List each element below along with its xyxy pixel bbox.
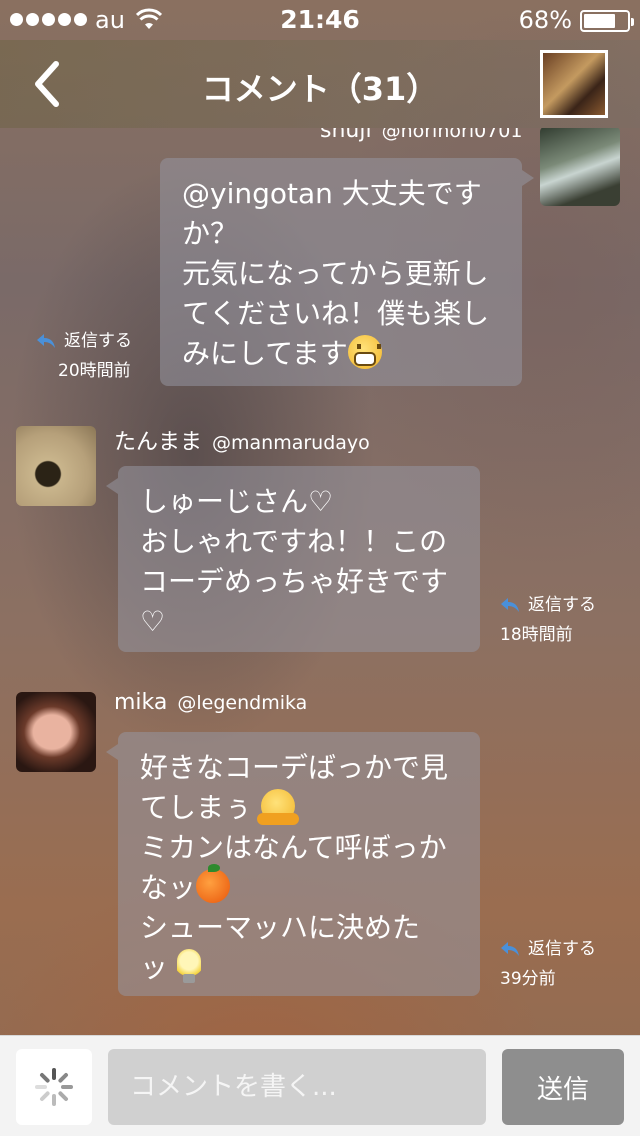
reply-arrow-icon [501, 942, 519, 956]
reply-button[interactable]: 返信する [500, 934, 596, 964]
comment-line: シューマッハに決めた [140, 911, 421, 944]
reply-label: 返信する [528, 939, 596, 959]
avatar[interactable] [16, 692, 96, 772]
comment-composer: 送信 [0, 1035, 640, 1136]
author-handle[interactable]: @manmarudayo [212, 432, 370, 454]
navigation-bar: コメント（31） [0, 40, 640, 128]
comment-author: mika @legendmika [114, 690, 307, 715]
comment-list[interactable]: shuji @norinori0701 @yingotan 大丈夫です か？ 元気… [0, 128, 640, 1035]
loading-spinner-icon [35, 1068, 73, 1106]
comment-timestamp: 20時間前 [58, 361, 131, 381]
avatar[interactable] [540, 128, 620, 206]
comment-line: なッ [140, 871, 197, 904]
tangerine-icon [196, 864, 231, 903]
reply-label: 返信する [528, 595, 596, 615]
comment-line: @yingotan 大丈夫です [182, 177, 482, 210]
reply-label: 返信する [64, 331, 132, 351]
comment-line: コーデめっちゃ好きです [140, 565, 449, 598]
comment-input[interactable] [108, 1049, 486, 1125]
comment-line: 好きなコーデばっかで見 [140, 751, 449, 784]
reply-arrow-icon [501, 598, 519, 612]
reply-arrow-icon [37, 334, 55, 348]
avatar[interactable] [16, 426, 96, 506]
hugging-face-icon [256, 789, 299, 825]
author-handle[interactable]: @norinori0701 [382, 128, 523, 142]
reply-button[interactable]: 返信する [36, 326, 132, 356]
send-button[interactable]: 送信 [502, 1049, 624, 1125]
author-name: shuji [320, 128, 372, 143]
author-name: たんまま [114, 430, 203, 455]
comment-line: ミカンはなんて呼ぼっか [140, 831, 447, 864]
battery-percentage: 68% [518, 6, 572, 34]
comment-line: おしゃれですね！！この [140, 525, 448, 558]
grinning-face-icon [347, 335, 382, 369]
comment-timestamp: 39分前 [500, 969, 556, 989]
comment-line: ♡ [140, 605, 166, 638]
comment-line: てしまぅ [140, 791, 253, 824]
comment-author: shuji @norinori0701 [320, 128, 522, 143]
light-bulb-icon [176, 949, 201, 983]
status-bar: au 21:46 68% [0, 0, 640, 40]
comment-bubble: 好きなコーデばっかで見 てしまぅ ミカンはなんて呼ぼっか なッ シューマッハに決… [106, 732, 480, 996]
comment-timestamp: 18時間前 [500, 625, 573, 645]
comment-meta: 返信する 18時間前 [500, 590, 596, 650]
post-thumbnail[interactable] [540, 50, 608, 118]
comment-meta: 返信する 20時間前 [36, 326, 132, 386]
comment-line: しゅーじさん♡ [140, 485, 334, 518]
loading-spinner-button[interactable] [16, 1049, 92, 1125]
comment-line: みにしてます [182, 337, 348, 370]
comment-line: ッ [140, 951, 169, 984]
author-name: mika [114, 690, 168, 715]
comment-author: たんまま @manmarudayo [114, 424, 370, 456]
reply-button[interactable]: 返信する [500, 590, 596, 620]
comment-bubble: しゅーじさん♡ おしゃれですね！！この コーデめっちゃ好きです ♡ [106, 466, 480, 652]
author-handle[interactable]: @legendmika [177, 692, 307, 714]
comment-line: てくださいね！僕も楽し [182, 297, 490, 330]
comment-meta: 返信する 39分前 [500, 934, 596, 994]
battery-icon [580, 10, 634, 32]
comment-line: 元気になってから更新し [182, 257, 489, 290]
comment-line: か？ [182, 217, 239, 250]
comment-bubble: @yingotan 大丈夫です か？ 元気になってから更新し てくださいね！僕も… [160, 158, 534, 386]
